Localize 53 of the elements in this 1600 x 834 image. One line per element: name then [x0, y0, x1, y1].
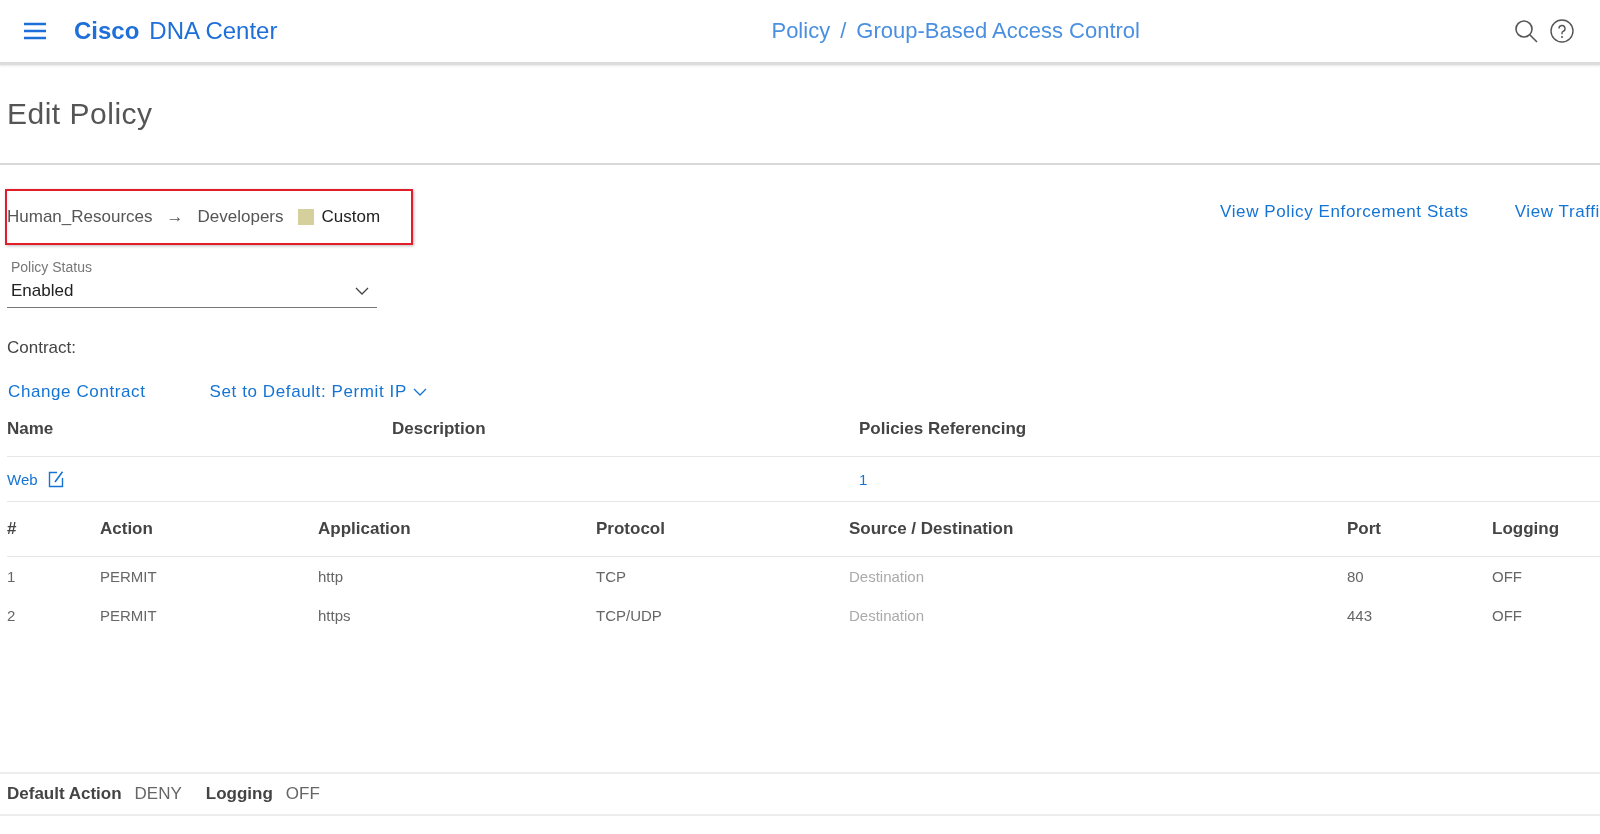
table-cell-text: OFF: [1492, 607, 1523, 624]
table-cell-text: PERMIT: [100, 607, 158, 624]
source-group: Human_Resources: [7, 207, 153, 227]
default-contract-dropdown[interactable]: Set to Default: Permit IP: [209, 382, 427, 402]
breadcrumb-link[interactable]: Group-Based Access Control: [856, 18, 1140, 44]
table-cell-text: TCP/UDP: [596, 607, 663, 624]
column-header: #: [7, 519, 18, 539]
column-header: Description: [392, 419, 487, 439]
column-header: Application: [318, 519, 412, 539]
table-cell-text: https: [318, 607, 352, 624]
table-cell-text: http: [318, 568, 345, 585]
section-label: Contract:: [7, 338, 77, 358]
column-header: Name: [7, 419, 55, 439]
search-icon[interactable]: [1514, 19, 1538, 43]
field-label: Policy Status: [11, 259, 93, 275]
arrow-text: →: [166, 207, 184, 227]
footer-label: Default Action: [7, 784, 122, 804]
table-cell-text: 80: [1347, 568, 1365, 585]
contract-name-link[interactable]: Web: [7, 470, 38, 488]
column-header: Policies Referencing: [859, 419, 1028, 439]
table-cell-text: PERMIT: [100, 568, 158, 585]
column-header: Logging: [1492, 519, 1561, 539]
tag-label: Custom: [321, 207, 381, 227]
table-cell-text: Destination: [849, 607, 926, 624]
brand-name: Cisco: [74, 17, 140, 45]
column-header: Port: [1347, 519, 1382, 539]
column-header: Protocol: [596, 519, 666, 539]
table-cell-text: Destination: [849, 568, 926, 585]
help-icon[interactable]: [1550, 19, 1574, 43]
status-dropdown[interactable]: Enabled: [7, 275, 377, 308]
table-cell-text: 2: [7, 607, 17, 624]
edit-icon[interactable]: [47, 470, 64, 488]
breadcrumb-link[interactable]: Policy: [771, 18, 831, 44]
product-name: DNA Center: [149, 17, 278, 45]
table-cell-text: 1: [7, 568, 17, 585]
table-cell-text: 1: [859, 470, 869, 488]
chevron-icon: [355, 287, 369, 295]
chevron-icon: [412, 388, 427, 396]
header-link[interactable]: View Traffi: [1514, 202, 1600, 222]
footer-label: Logging: [205, 784, 273, 804]
footer-value: OFF: [285, 784, 320, 804]
breadcrumb-separator: /: [840, 18, 847, 44]
header-link[interactable]: View Policy Enforcement Stats: [1220, 202, 1469, 222]
column-header: Action: [100, 519, 154, 539]
destination-group: Developers: [197, 207, 284, 227]
page-title: Edit Policy: [7, 97, 153, 131]
change-contract-link[interactable]: Change Contract: [8, 382, 146, 402]
footer-value: DENY: [134, 784, 182, 804]
menu-icon[interactable]: [24, 22, 46, 40]
column-header: Source / Destination: [849, 519, 1015, 539]
table-cell-text: TCP: [596, 568, 627, 585]
table-cell-text: 443: [1347, 607, 1374, 624]
table-cell-text: OFF: [1492, 568, 1523, 585]
